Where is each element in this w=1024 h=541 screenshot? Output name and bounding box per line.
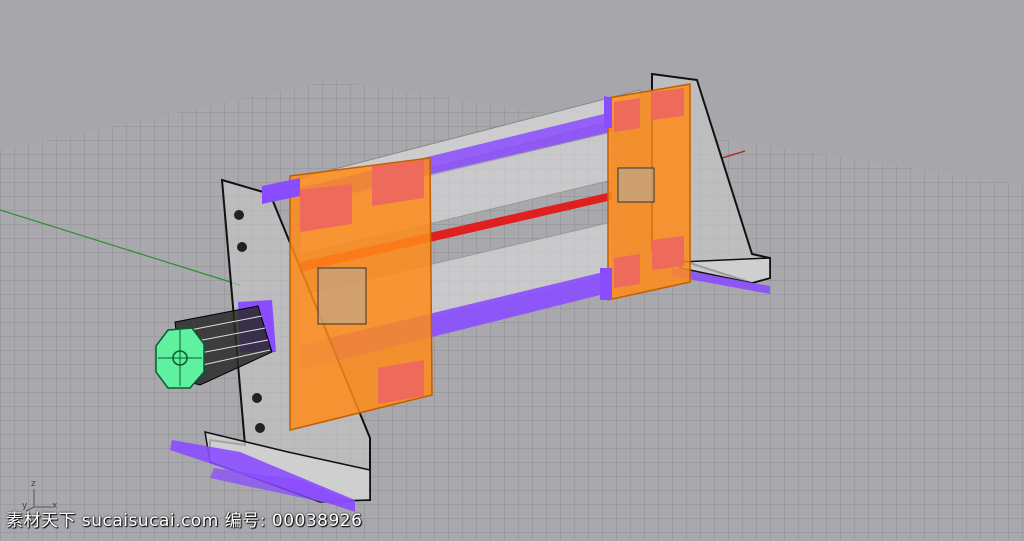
near-carriage-pad-top-right (372, 160, 424, 206)
near-carriage-pad-top-left (300, 184, 352, 232)
watermark: 素材天下 sucaisucai.com 编号: 00038926 (6, 511, 363, 531)
bolt (234, 210, 244, 220)
far-nut-block (617, 167, 655, 203)
perspective-viewport[interactable]: z x y 素材天下 sucaisucai.com 编号: 00038926 (0, 0, 1024, 541)
far-carriage-pad-top-right (652, 88, 684, 120)
near-nut-block (317, 267, 367, 325)
clamp-upper-right (604, 96, 612, 128)
axis-label-z: z (31, 479, 36, 489)
far-carriage-pad-bottom-right (652, 236, 684, 270)
clamp-lower-right (600, 268, 612, 300)
bolt (252, 393, 262, 403)
bolt (237, 242, 247, 252)
bolt (255, 423, 265, 433)
far-carriage-pad-bottom-left (614, 254, 640, 288)
3d-model-scene[interactable] (0, 0, 1024, 541)
far-carriage-pad-top-left (614, 98, 640, 132)
